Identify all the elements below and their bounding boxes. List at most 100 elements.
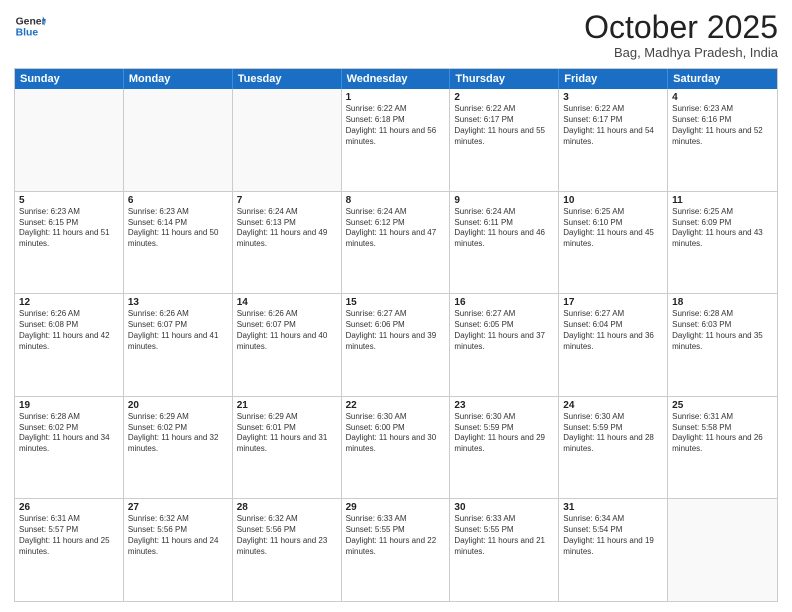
sunset-text: Sunset: 6:07 PM [128, 320, 228, 331]
sunrise-text: Sunrise: 6:25 AM [672, 207, 773, 218]
sunset-text: Sunset: 6:15 PM [19, 218, 119, 229]
daylight-text: Daylight: 11 hours and 34 minutes. [19, 433, 119, 455]
daylight-text: Daylight: 11 hours and 22 minutes. [346, 536, 446, 558]
calendar-row: 19Sunrise: 6:28 AMSunset: 6:02 PMDayligh… [15, 396, 777, 499]
calendar-cell: 9Sunrise: 6:24 AMSunset: 6:11 PMDaylight… [450, 192, 559, 294]
day-number: 17 [563, 297, 663, 308]
sunset-text: Sunset: 5:58 PM [672, 423, 773, 434]
page: General Blue October 2025 Bag, Madhya Pr… [0, 0, 792, 612]
calendar-cell: 25Sunrise: 6:31 AMSunset: 5:58 PMDayligh… [668, 397, 777, 499]
day-number: 25 [672, 400, 773, 411]
sunset-text: Sunset: 6:17 PM [563, 115, 663, 126]
daylight-text: Daylight: 11 hours and 29 minutes. [454, 433, 554, 455]
sunset-text: Sunset: 6:04 PM [563, 320, 663, 331]
sunset-text: Sunset: 6:08 PM [19, 320, 119, 331]
daylight-text: Daylight: 11 hours and 51 minutes. [19, 228, 119, 250]
calendar-row: 1Sunrise: 6:22 AMSunset: 6:18 PMDaylight… [15, 89, 777, 191]
daylight-text: Daylight: 11 hours and 37 minutes. [454, 331, 554, 353]
daylight-text: Daylight: 11 hours and 25 minutes. [19, 536, 119, 558]
month-title: October 2025 [584, 10, 778, 45]
sunset-text: Sunset: 6:05 PM [454, 320, 554, 331]
svg-text:General: General [16, 16, 46, 27]
calendar-cell: 22Sunrise: 6:30 AMSunset: 6:00 PMDayligh… [342, 397, 451, 499]
sunrise-text: Sunrise: 6:26 AM [237, 309, 337, 320]
calendar-cell: 26Sunrise: 6:31 AMSunset: 5:57 PMDayligh… [15, 499, 124, 601]
header: General Blue October 2025 Bag, Madhya Pr… [14, 10, 778, 60]
day-number: 1 [346, 92, 446, 103]
calendar-row: 26Sunrise: 6:31 AMSunset: 5:57 PMDayligh… [15, 498, 777, 601]
day-number: 20 [128, 400, 228, 411]
calendar-cell: 28Sunrise: 6:32 AMSunset: 5:56 PMDayligh… [233, 499, 342, 601]
sunrise-text: Sunrise: 6:22 AM [563, 104, 663, 115]
daylight-text: Daylight: 11 hours and 21 minutes. [454, 536, 554, 558]
sunrise-text: Sunrise: 6:24 AM [454, 207, 554, 218]
calendar-cell: 23Sunrise: 6:30 AMSunset: 5:59 PMDayligh… [450, 397, 559, 499]
day-number: 22 [346, 400, 446, 411]
day-number: 9 [454, 195, 554, 206]
day-number: 28 [237, 502, 337, 513]
sunset-text: Sunset: 5:54 PM [563, 525, 663, 536]
sunset-text: Sunset: 6:03 PM [672, 320, 773, 331]
sunrise-text: Sunrise: 6:28 AM [672, 309, 773, 320]
sunrise-text: Sunrise: 6:27 AM [563, 309, 663, 320]
day-number: 13 [128, 297, 228, 308]
sunrise-text: Sunrise: 6:30 AM [563, 412, 663, 423]
calendar-cell: 20Sunrise: 6:29 AMSunset: 6:02 PMDayligh… [124, 397, 233, 499]
sunrise-text: Sunrise: 6:26 AM [19, 309, 119, 320]
weekday-header: Wednesday [342, 69, 451, 89]
calendar-cell: 2Sunrise: 6:22 AMSunset: 6:17 PMDaylight… [450, 89, 559, 191]
calendar-cell: 7Sunrise: 6:24 AMSunset: 6:13 PMDaylight… [233, 192, 342, 294]
weekday-header: Monday [124, 69, 233, 89]
sunrise-text: Sunrise: 6:24 AM [237, 207, 337, 218]
calendar-cell: 3Sunrise: 6:22 AMSunset: 6:17 PMDaylight… [559, 89, 668, 191]
title-block: October 2025 Bag, Madhya Pradesh, India [584, 10, 778, 60]
daylight-text: Daylight: 11 hours and 45 minutes. [563, 228, 663, 250]
calendar-cell: 11Sunrise: 6:25 AMSunset: 6:09 PMDayligh… [668, 192, 777, 294]
calendar-cell: 19Sunrise: 6:28 AMSunset: 6:02 PMDayligh… [15, 397, 124, 499]
sunset-text: Sunset: 6:00 PM [346, 423, 446, 434]
daylight-text: Daylight: 11 hours and 41 minutes. [128, 331, 228, 353]
sunset-text: Sunset: 6:07 PM [237, 320, 337, 331]
daylight-text: Daylight: 11 hours and 56 minutes. [346, 126, 446, 148]
sunset-text: Sunset: 5:55 PM [454, 525, 554, 536]
calendar-cell: 5Sunrise: 6:23 AMSunset: 6:15 PMDaylight… [15, 192, 124, 294]
daylight-text: Daylight: 11 hours and 39 minutes. [346, 331, 446, 353]
calendar-cell: 12Sunrise: 6:26 AMSunset: 6:08 PMDayligh… [15, 294, 124, 396]
calendar-cell: 14Sunrise: 6:26 AMSunset: 6:07 PMDayligh… [233, 294, 342, 396]
calendar-cell: 13Sunrise: 6:26 AMSunset: 6:07 PMDayligh… [124, 294, 233, 396]
calendar-cell: 15Sunrise: 6:27 AMSunset: 6:06 PMDayligh… [342, 294, 451, 396]
daylight-text: Daylight: 11 hours and 26 minutes. [672, 433, 773, 455]
sunset-text: Sunset: 5:55 PM [346, 525, 446, 536]
calendar-cell: 4Sunrise: 6:23 AMSunset: 6:16 PMDaylight… [668, 89, 777, 191]
sunrise-text: Sunrise: 6:27 AM [346, 309, 446, 320]
sunrise-text: Sunrise: 6:22 AM [346, 104, 446, 115]
sunrise-text: Sunrise: 6:26 AM [128, 309, 228, 320]
sunset-text: Sunset: 6:16 PM [672, 115, 773, 126]
daylight-text: Daylight: 11 hours and 35 minutes. [672, 331, 773, 353]
daylight-text: Daylight: 11 hours and 24 minutes. [128, 536, 228, 558]
calendar-cell [668, 499, 777, 601]
sunset-text: Sunset: 6:13 PM [237, 218, 337, 229]
day-number: 26 [19, 502, 119, 513]
calendar-cell: 30Sunrise: 6:33 AMSunset: 5:55 PMDayligh… [450, 499, 559, 601]
day-number: 29 [346, 502, 446, 513]
sunrise-text: Sunrise: 6:31 AM [19, 514, 119, 525]
sunrise-text: Sunrise: 6:22 AM [454, 104, 554, 115]
sunrise-text: Sunrise: 6:28 AM [19, 412, 119, 423]
sunset-text: Sunset: 6:02 PM [19, 423, 119, 434]
daylight-text: Daylight: 11 hours and 23 minutes. [237, 536, 337, 558]
day-number: 16 [454, 297, 554, 308]
day-number: 19 [19, 400, 119, 411]
day-number: 5 [19, 195, 119, 206]
daylight-text: Daylight: 11 hours and 31 minutes. [237, 433, 337, 455]
day-number: 7 [237, 195, 337, 206]
daylight-text: Daylight: 11 hours and 52 minutes. [672, 126, 773, 148]
sunset-text: Sunset: 6:01 PM [237, 423, 337, 434]
sunrise-text: Sunrise: 6:34 AM [563, 514, 663, 525]
day-number: 21 [237, 400, 337, 411]
day-number: 8 [346, 195, 446, 206]
calendar-cell: 27Sunrise: 6:32 AMSunset: 5:56 PMDayligh… [124, 499, 233, 601]
day-number: 12 [19, 297, 119, 308]
calendar-row: 12Sunrise: 6:26 AMSunset: 6:08 PMDayligh… [15, 293, 777, 396]
sunset-text: Sunset: 6:10 PM [563, 218, 663, 229]
